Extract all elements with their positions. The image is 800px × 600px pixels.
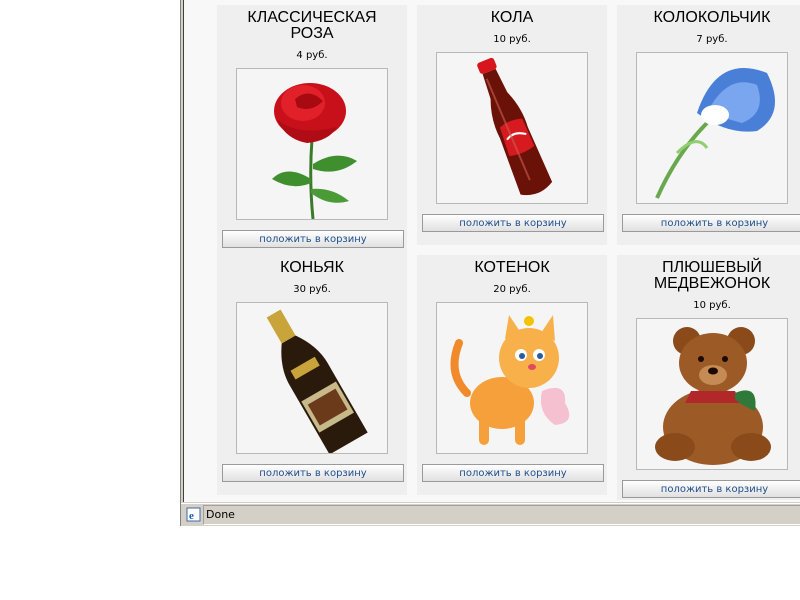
status-pane bbox=[203, 505, 800, 525]
status-text: Done bbox=[206, 508, 235, 521]
teddy-bear-image[interactable] bbox=[636, 318, 788, 470]
cola-bottle-image[interactable] bbox=[436, 52, 588, 204]
product-title-line2: МЕДВЕЖОНОК bbox=[653, 275, 771, 292]
product-card-kitten: КОТЕНОК 20 руб. положить в корзину bbox=[417, 255, 607, 495]
product-title: ПЛЮШЕВЫЙ bbox=[662, 259, 762, 276]
ie-page-icon: e bbox=[186, 507, 201, 522]
status-bar: e Done bbox=[181, 503, 800, 525]
browser-window: КЛАССИЧЕСКАЯ РОЗА 4 руб. положить в корз… bbox=[180, 0, 800, 526]
product-title: КОТЕНОК bbox=[474, 259, 550, 276]
add-to-cart-button[interactable]: положить в корзину bbox=[222, 230, 404, 248]
product-title: КЛАССИЧЕСКАЯ bbox=[247, 9, 377, 26]
page-content: КЛАССИЧЕСКАЯ РОЗА 4 руб. положить в корз… bbox=[183, 0, 800, 502]
svg-text:e: e bbox=[189, 510, 194, 522]
product-price: 10 руб. bbox=[493, 34, 531, 45]
kitten-image[interactable] bbox=[436, 302, 588, 454]
product-title: КОЛОКОЛЬЧИК bbox=[653, 9, 771, 26]
product-title: КОНЬЯК bbox=[280, 259, 344, 276]
product-card-rose: КЛАССИЧЕСКАЯ РОЗА 4 руб. положить в корз… bbox=[217, 5, 407, 255]
product-card-teddy-bear: ПЛЮШЕВЫЙ МЕДВЕЖОНОК 10 руб. положить в к… bbox=[617, 255, 800, 500]
add-to-cart-button[interactable]: положить в корзину bbox=[222, 464, 404, 482]
product-card-cognac: КОНЬЯК 30 руб. положить в корзину bbox=[217, 255, 407, 495]
product-price: 7 руб. bbox=[696, 34, 728, 45]
add-to-cart-button[interactable]: положить в корзину bbox=[622, 480, 800, 498]
rose-image[interactable] bbox=[236, 68, 388, 220]
add-to-cart-button[interactable]: положить в корзину bbox=[422, 214, 604, 232]
add-to-cart-button[interactable]: положить в корзину bbox=[422, 464, 604, 482]
product-price: 30 руб. bbox=[293, 284, 331, 295]
product-title-line2: РОЗА bbox=[290, 25, 334, 42]
add-to-cart-button[interactable]: положить в корзину bbox=[622, 214, 800, 232]
product-price: 10 руб. bbox=[693, 300, 731, 311]
product-price: 20 руб. bbox=[493, 284, 531, 295]
product-card-cola: КОЛА 10 руб. положить в корзину bbox=[417, 5, 607, 245]
product-card-bluebell: КОЛОКОЛЬЧИК 7 руб. положить в корзину bbox=[617, 5, 800, 245]
cognac-bottle-image[interactable] bbox=[236, 302, 388, 454]
product-price: 4 руб. bbox=[296, 50, 328, 61]
product-title: КОЛА bbox=[490, 9, 534, 26]
bluebell-flower-image[interactable] bbox=[636, 52, 788, 204]
